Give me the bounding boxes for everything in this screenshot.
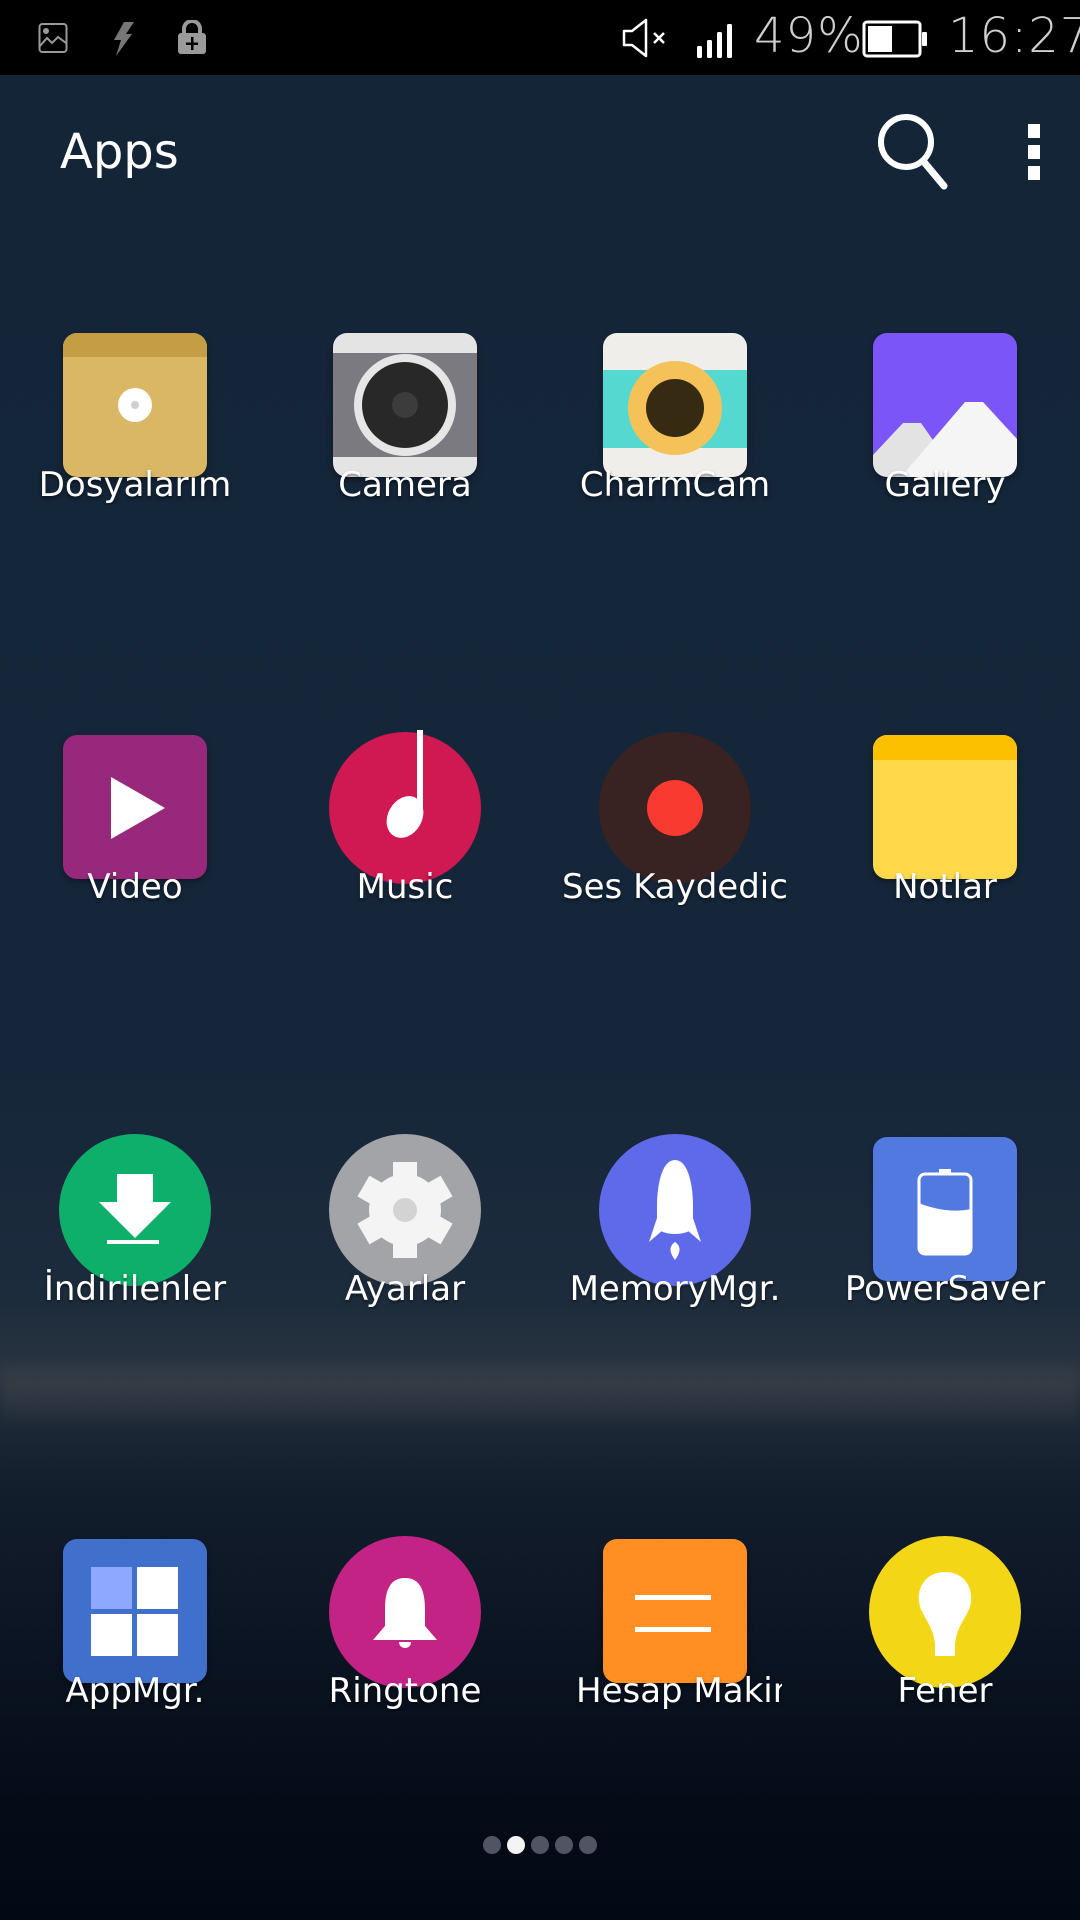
app-label: CharmCam (579, 465, 771, 505)
download-icon (57, 1132, 213, 1288)
music-note-icon (327, 730, 483, 886)
play-icon (63, 735, 207, 879)
app-ayarlar[interactable]: Ayarlar (270, 1097, 540, 1397)
app-label: Video (87, 867, 183, 907)
app-label: Ayarlar (344, 1269, 466, 1309)
app-notlar[interactable]: Notlar (810, 695, 1080, 995)
app-dosyalarim[interactable]: Dosyalarım (0, 293, 270, 593)
page-title: Apps (60, 124, 179, 180)
battery-percent-text: 49% (754, 8, 864, 64)
lightbulb-icon (867, 1534, 1023, 1690)
charmcam-icon (603, 333, 747, 477)
clock-time: 16:27 (948, 8, 1080, 64)
lock-plus-icon (178, 19, 206, 58)
app-appmgr[interactable]: AppMgr. (0, 1499, 270, 1799)
app-camera[interactable]: Camera (270, 293, 540, 593)
app-memorymgr[interactable]: MemoryMgr. (540, 1097, 810, 1397)
more-vert-icon (1020, 124, 1048, 188)
page-dot-active[interactable] (507, 1836, 525, 1854)
folder-icon (63, 333, 207, 477)
app-powersaver[interactable]: PowerSaver (810, 1097, 1080, 1397)
gear-icon (327, 1132, 483, 1288)
app-label: Hesap Makin (576, 1671, 782, 1711)
search-button[interactable] (872, 108, 958, 194)
camera-icon (333, 333, 477, 477)
app-grid-icon (63, 1539, 207, 1683)
rocket-icon (597, 1132, 753, 1288)
app-label: Dosyalarım (38, 465, 232, 505)
app-label: İndirilenler (43, 1269, 227, 1309)
more-options-button[interactable] (1020, 120, 1048, 184)
app-label: Music (356, 867, 454, 907)
app-label: Gallery (884, 465, 1006, 505)
app-label: Camera (338, 465, 472, 505)
app-charmcam[interactable]: CharmCam (540, 293, 810, 593)
page-dot[interactable] (531, 1836, 549, 1854)
page-dot[interactable] (579, 1836, 597, 1854)
volume-muted-icon (622, 18, 670, 62)
app-label: MemoryMgr. (569, 1269, 781, 1309)
app-gallery[interactable]: Gallery (810, 293, 1080, 593)
search-icon (872, 114, 958, 198)
record-icon (597, 730, 753, 886)
status-bar: 49% 16:27 (0, 0, 1080, 75)
gallery-mountains-icon (873, 333, 1017, 477)
page-dot[interactable] (483, 1836, 501, 1854)
app-label: Fener (897, 1671, 993, 1711)
app-ses-kaydedici[interactable]: Ses Kaydedic (540, 695, 810, 995)
app-label: AppMgr. (65, 1671, 205, 1711)
app-label: Ses Kaydedic (562, 867, 788, 907)
battery-icon (862, 20, 928, 62)
battery-icon (873, 1137, 1017, 1281)
app-ringtone[interactable]: Ringtone (270, 1499, 540, 1799)
calculator-equals-icon (603, 1539, 747, 1683)
app-fener[interactable]: Fener (810, 1499, 1080, 1799)
app-label: PowerSaver (844, 1269, 1046, 1309)
bell-icon (327, 1534, 483, 1690)
app-label: Ringtone (328, 1671, 482, 1711)
flash-icon (112, 22, 134, 60)
app-music[interactable]: Music (270, 695, 540, 995)
page-dot[interactable] (555, 1836, 573, 1854)
signal-strength-icon (695, 22, 735, 62)
image-notification-icon (38, 22, 68, 58)
page-indicator (483, 1836, 597, 1856)
app-video[interactable]: Video (0, 695, 270, 995)
app-hesap-makinesi[interactable]: Hesap Makin (540, 1499, 810, 1799)
notes-icon (873, 735, 1017, 879)
app-label: Notlar (893, 867, 997, 907)
app-indirilenler[interactable]: İndirilenler (0, 1097, 270, 1397)
